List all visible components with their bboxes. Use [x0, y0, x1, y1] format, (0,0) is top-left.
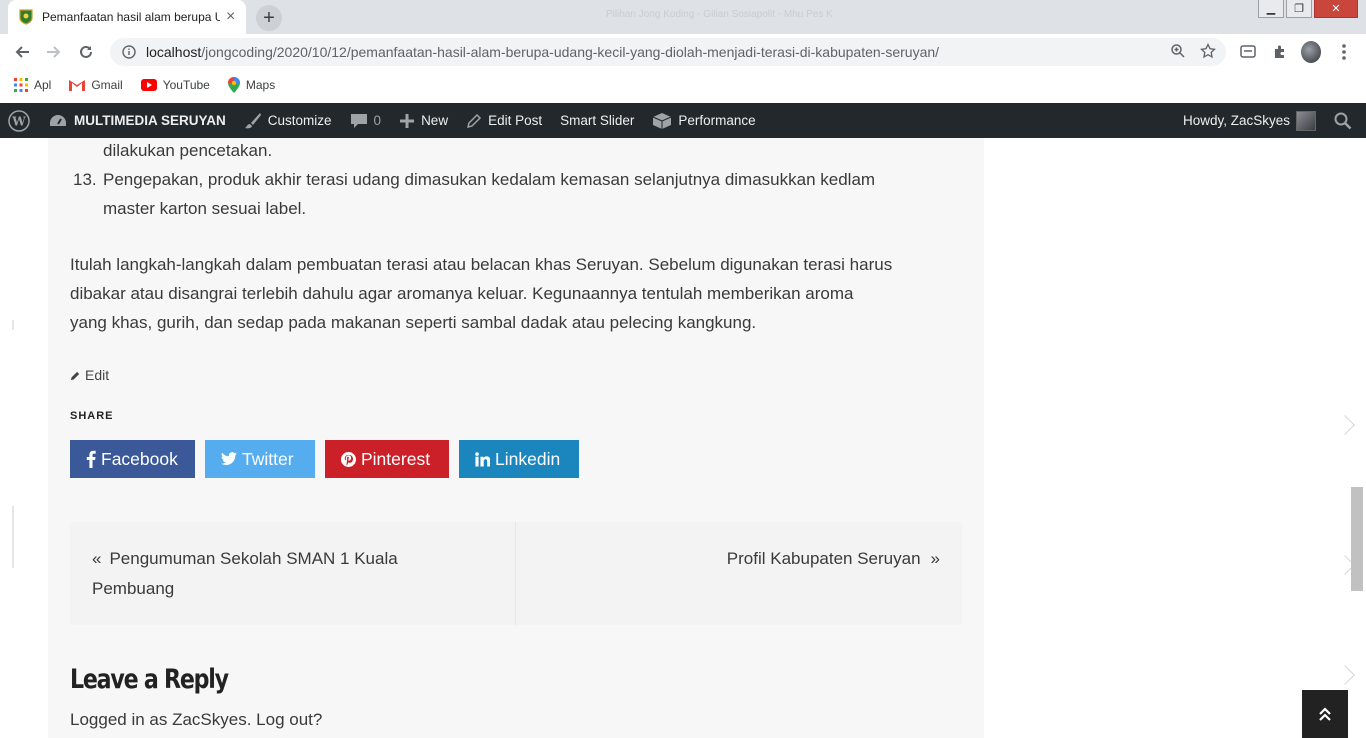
tab-title: Pemanfaatan hasil alam berupa Udang: [42, 10, 220, 24]
double-chevron-right-icon: »: [930, 549, 940, 568]
edit-post-link[interactable]: Edit: [70, 367, 109, 383]
new-tab-button[interactable]: +: [256, 5, 282, 31]
address-bar[interactable]: localhost/jongcoding/2020/10/12/pemanfaa…: [110, 38, 1226, 66]
gmail-icon: [69, 79, 86, 91]
share-buttons: Facebook Twitter Pinterest Linkedin: [70, 440, 579, 478]
double-chevron-up-icon: [1319, 707, 1331, 721]
bookmark-gmail[interactable]: Gmail: [69, 78, 123, 92]
bookmark-star-icon[interactable]: [1200, 43, 1216, 59]
profile-avatar[interactable]: [1301, 41, 1321, 63]
tab-strip: Pemanfaatan hasil alam berupa Udang × + …: [0, 0, 1366, 34]
page-body: dilakukan pencetakan. 13. Pengepakan, pr…: [0, 138, 1366, 738]
scrollbar-thumb[interactable]: [1351, 487, 1363, 591]
bookmark-apps[interactable]: Apl: [14, 78, 51, 92]
reload-icon[interactable]: [74, 40, 98, 64]
admin-search[interactable]: [1325, 103, 1366, 138]
chevron-decoration-icon: [1335, 665, 1355, 685]
dashboard-icon: [50, 114, 66, 126]
double-chevron-left-icon: «: [92, 549, 102, 568]
linkedin-icon: [475, 451, 490, 467]
pencil-icon: [70, 371, 80, 380]
reply-title: Leave a Reply: [70, 664, 229, 695]
window-controls: ▁ ❐ ✕: [1258, 0, 1358, 18]
puzzle-icon[interactable]: [1270, 42, 1290, 62]
comment-icon: [350, 113, 367, 128]
customize-menu[interactable]: Customize: [235, 103, 341, 138]
tab-close-icon[interactable]: ×: [226, 9, 235, 25]
previous-post-link[interactable]: «Pengumuman Sekolah SMAN 1 Kuala Pembuan…: [92, 544, 472, 604]
search-icon: [1334, 112, 1352, 129]
user-avatar: [1296, 110, 1316, 131]
facebook-icon: [86, 450, 96, 468]
restore-icon[interactable]: ❐: [1286, 0, 1312, 18]
chevron-decoration-icon: [1335, 415, 1355, 435]
comments-menu[interactable]: 0: [341, 103, 391, 138]
browser-toolbar: localhost/jongcoding/2020/10/12/pemanfaa…: [0, 34, 1366, 70]
list-item: dilakukan pencetakan.: [103, 141, 273, 160]
my-account-menu[interactable]: Howdy, ZacSkyes: [1174, 103, 1325, 138]
performance-menu[interactable]: Performance: [643, 103, 764, 138]
share-pinterest-button[interactable]: Pinterest: [325, 440, 449, 478]
forward-icon[interactable]: [42, 40, 66, 64]
info-icon[interactable]: [122, 45, 136, 59]
back-to-top-button[interactable]: [1302, 690, 1348, 738]
share-linkedin-button[interactable]: Linkedin: [459, 440, 579, 478]
window-title: Pilihan Jong Koding - Gilian Sosiapolit …: [606, 9, 833, 20]
url-text: localhost/jongcoding/2020/10/12/pemanfaa…: [146, 44, 940, 60]
pencil-icon: [467, 113, 482, 128]
share-title: SHARE: [70, 410, 114, 422]
menu-icon[interactable]: [1334, 42, 1354, 62]
left-edge-mark: [12, 320, 14, 330]
performance-icon: [653, 112, 672, 129]
post-navigation: «Pengumuman Sekolah SMAN 1 Kuala Pembuan…: [70, 522, 962, 625]
pinterest-icon: [341, 451, 356, 467]
extension-icon[interactable]: [1238, 42, 1258, 62]
wordpress-icon: W: [8, 109, 30, 132]
article-content: dilakukan pencetakan. 13. Pengepakan, pr…: [48, 138, 984, 738]
site-name-menu[interactable]: MULTIMEDIA SERUYAN: [39, 103, 235, 138]
nav-divider: [515, 522, 516, 625]
logged-in-text[interactable]: Logged in as ZacSkyes. Log out?: [70, 710, 322, 730]
back-icon[interactable]: [10, 40, 34, 64]
list-item: 13. Pengepakan, produk akhir terasi udan…: [73, 170, 876, 218]
svg-text:W: W: [11, 114, 26, 128]
bookmark-maps[interactable]: Maps: [227, 77, 275, 93]
share-twitter-button[interactable]: Twitter: [205, 440, 315, 478]
new-content-menu[interactable]: New: [390, 103, 457, 138]
wp-admin-bar: W MULTIMEDIA SERUYAN Customize 0 New Edi…: [0, 103, 1366, 138]
left-edge-mark: [12, 506, 14, 568]
minimize-icon[interactable]: ▁: [1258, 0, 1284, 18]
wp-logo[interactable]: W: [0, 103, 39, 138]
share-facebook-button[interactable]: Facebook: [70, 440, 195, 478]
youtube-icon: [140, 79, 157, 91]
apps-grid-icon: [14, 78, 28, 92]
maps-pin-icon: [227, 77, 240, 93]
zoom-icon[interactable]: [1170, 43, 1186, 59]
edit-post-menu[interactable]: Edit Post: [457, 103, 551, 138]
next-post-link[interactable]: Profil Kabupaten Seruyan»: [727, 544, 940, 574]
smart-slider-menu[interactable]: Smart Slider: [551, 103, 643, 138]
tab-active[interactable]: Pemanfaatan hasil alam berupa Udang ×: [8, 0, 246, 34]
plus-icon: [400, 113, 415, 128]
twitter-icon: [221, 452, 237, 466]
site-favicon-icon: [19, 9, 33, 25]
bookmark-youtube[interactable]: YouTube: [140, 78, 210, 92]
article-paragraph: Itulah langkah-langkah dalam pembuatan t…: [70, 255, 893, 332]
brush-icon: [244, 112, 261, 128]
window-close-icon[interactable]: ✕: [1314, 0, 1358, 18]
bookmarks-bar: Apl Gmail YouTube Maps: [0, 70, 1366, 100]
